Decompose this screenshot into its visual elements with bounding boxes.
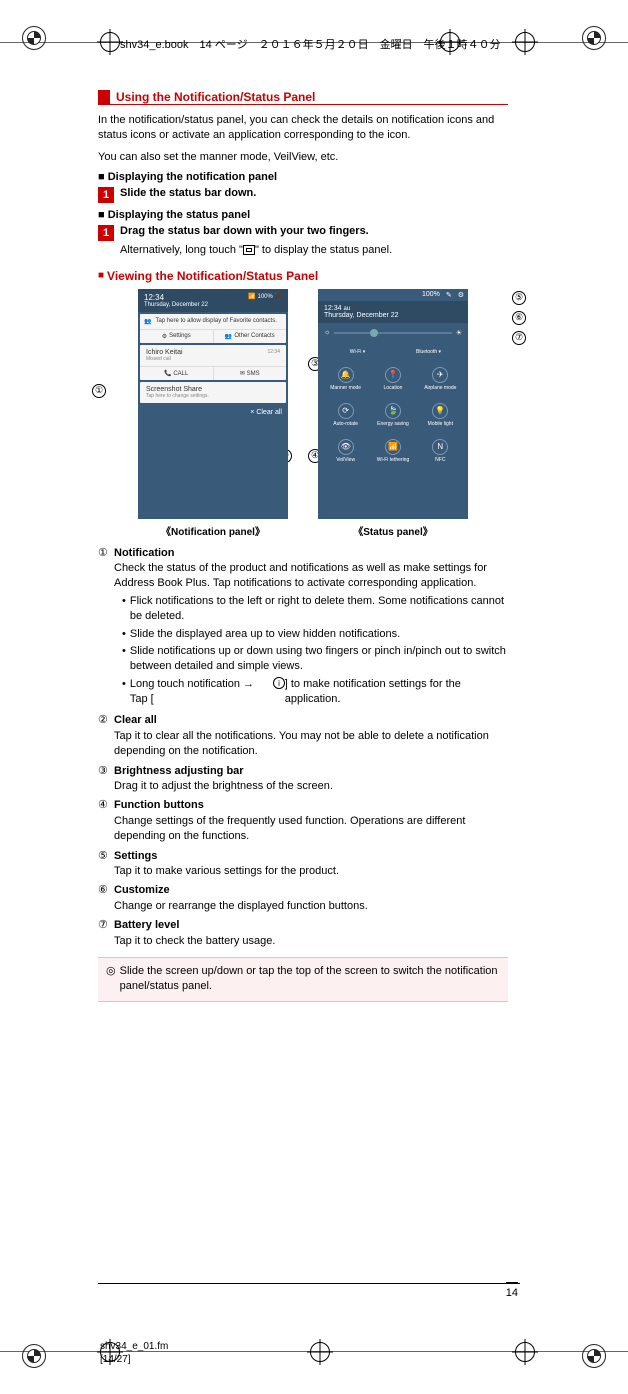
clear-all-button: × Clear all (138, 405, 288, 420)
note-icon: ◎ (106, 964, 116, 995)
list-item: ⑤SettingsTap it to make various settings… (98, 849, 508, 880)
step-1b: 1 Drag the status bar down with your two… (98, 225, 508, 241)
list-item: ⑦Battery levelTap it to check the batter… (98, 918, 508, 949)
footer-file-info: shv34_e_01.fm [14/27] (100, 1340, 168, 1366)
red-heading: Viewing the Notification/Status Panel (107, 269, 318, 283)
notification-panel-screenshot: 12:34 Thursday, December 22 📶 100% ⬛ 👥Ta… (138, 289, 288, 519)
phone-icon: 📞 (164, 371, 171, 377)
panel-a-caption: 《Notification panel》 (138, 523, 288, 538)
callout-6: ⑥ (512, 311, 526, 325)
info-icon: i (273, 677, 285, 689)
sms-icon: ✉ (240, 371, 245, 377)
note-box: ◎ Slide the screen up/down or tap the to… (98, 957, 508, 1002)
customize-icon: ✎ (446, 291, 452, 299)
registration-mark-icon (582, 26, 606, 50)
intro-paragraph-2: You can also set the manner mode, VeilVi… (98, 150, 508, 165)
crop-target-icon (515, 1342, 535, 1362)
crop-target-icon (310, 1342, 330, 1362)
intro-paragraph: In the notification/status panel, you ca… (98, 113, 508, 144)
step-1a: 1 Slide the status bar down. (98, 187, 508, 203)
list-item: ③Brightness adjusting barDrag it to adju… (98, 764, 508, 795)
subsection-heading: ■ Displaying the notification panel (98, 171, 508, 183)
page-number: 14 (506, 1282, 518, 1299)
section-title: Using the Notification/Status Panel (98, 90, 508, 105)
subsection-heading: ■ Displaying the status panel (98, 209, 508, 221)
page-header-meta: shv34_e.book 14 ページ ２０１６年５月２０日 金曜日 午後１時４… (120, 36, 501, 52)
list-item: ⑥CustomizeChange or rearrange the displa… (98, 883, 508, 914)
panel-b-caption: 《Status panel》 (318, 523, 468, 538)
callout-1: ① (92, 384, 106, 398)
gear-icon: ⚙ (162, 333, 167, 340)
contacts-icon: 👥 (225, 333, 232, 340)
registration-mark-icon (22, 26, 46, 50)
crop-target-icon (100, 32, 120, 52)
crop-target-icon (515, 32, 535, 52)
status-panel-screenshot: 100% ✎ ⚙ 12:34 au Thursday, December 22 … (318, 289, 468, 519)
list-item: ②Clear allTap it to clear all the notifi… (98, 713, 508, 759)
list-item: ④Function buttonsChange settings of the … (98, 798, 508, 844)
recents-icon (243, 245, 255, 255)
list-item: ①NotificationCheck the status of the pro… (98, 546, 508, 710)
gear-icon: ⚙ (458, 291, 464, 299)
callout-5: ⑤ (512, 291, 526, 305)
red-square-icon: ■ (98, 270, 104, 281)
registration-mark-icon (22, 1344, 46, 1368)
callout-7: ⑦ (512, 331, 526, 345)
registration-mark-icon (582, 1344, 606, 1368)
step-sub-note: Alternatively, long touch "" to display … (120, 243, 508, 258)
brightness-low-icon: ☼ (324, 329, 330, 336)
brightness-high-icon: ☀ (456, 329, 462, 337)
